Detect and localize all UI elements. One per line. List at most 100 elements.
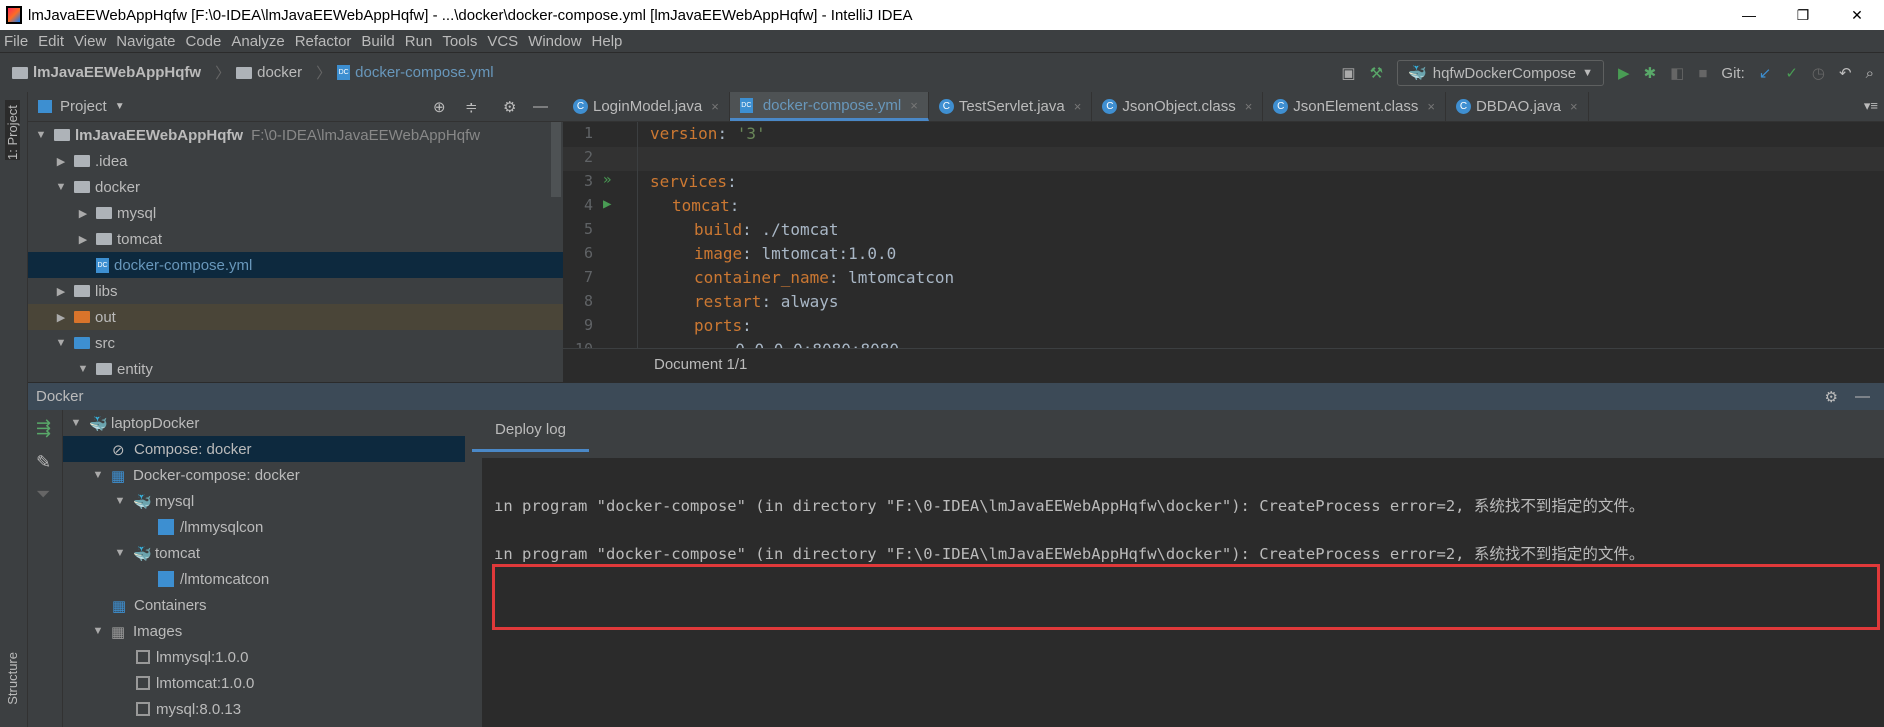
tab-label: TestServlet.java bbox=[958, 98, 1065, 115]
item-label: laptopDocker bbox=[111, 414, 200, 432]
tree-item-image[interactable]: lmmysql:1.0.0 bbox=[63, 644, 465, 670]
menu-vcs[interactable]: VCS bbox=[487, 33, 518, 50]
tree-item-mysql-service[interactable]: ▼ 🐳 mysql bbox=[63, 488, 465, 514]
tree-item-laptop-docker[interactable]: ▼ 🐳 laptopDocker bbox=[63, 410, 465, 436]
deploy-log-output[interactable]: ın program "docker-compose" (in director… bbox=[482, 458, 1884, 727]
breadcrumb-file[interactable]: DC docker-compose.yml bbox=[337, 64, 494, 81]
tree-item-out[interactable]: ▶ out bbox=[28, 304, 563, 330]
close-tab-icon[interactable]: × bbox=[711, 99, 719, 114]
menu-code[interactable]: Code bbox=[185, 33, 221, 50]
tab-login-model[interactable]: C LoginModel.java × bbox=[563, 92, 730, 121]
collapse-all-icon[interactable]: ≑ bbox=[465, 98, 478, 116]
deploy-icon[interactable]: ⇶ bbox=[36, 418, 51, 439]
close-tab-icon[interactable]: × bbox=[1570, 99, 1578, 114]
highlight-box bbox=[492, 564, 1880, 630]
menu-view[interactable]: View bbox=[74, 33, 106, 50]
item-label: mysql bbox=[117, 204, 157, 222]
menu-tools[interactable]: Tools bbox=[442, 33, 477, 50]
tree-item-libs[interactable]: ▶ libs bbox=[28, 278, 563, 304]
minimize-button[interactable]: — bbox=[1722, 0, 1776, 30]
tree-item-entity[interactable]: ▼ entity bbox=[28, 356, 563, 382]
menu-window[interactable]: Window bbox=[528, 33, 581, 50]
tree-item-image[interactable]: lmtomcat:1.0.0 bbox=[63, 670, 465, 696]
menu-navigate[interactable]: Navigate bbox=[116, 33, 175, 50]
tree-item-mysql[interactable]: ▶ mysql bbox=[28, 200, 563, 226]
tab-json-element[interactable]: C JsonElement.class × bbox=[1263, 92, 1446, 121]
git-commit-icon[interactable]: ✓ bbox=[1785, 64, 1798, 82]
class-icon: C bbox=[1273, 99, 1289, 114]
maximize-button[interactable]: ❐ bbox=[1776, 0, 1830, 30]
line-number: 2 bbox=[583, 148, 593, 166]
tree-item-containers[interactable]: ▦ Containers bbox=[63, 592, 465, 618]
tree-item-tomcat-container[interactable]: /lmtomcatcon bbox=[63, 566, 465, 592]
editor-breadcrumb[interactable]: Document 1/1 bbox=[563, 348, 1884, 380]
gear-icon[interactable]: ⚙ bbox=[1825, 388, 1838, 406]
tree-item-docker[interactable]: ▼ docker bbox=[28, 174, 563, 200]
docker-panel-title: Docker bbox=[36, 388, 84, 405]
layout-icon[interactable]: ▣ bbox=[1341, 64, 1355, 82]
breadcrumb-docker[interactable]: docker bbox=[236, 64, 302, 81]
tab-deploy-log[interactable]: Deploy log bbox=[472, 410, 589, 452]
menu-run[interactable]: Run bbox=[405, 33, 433, 50]
edit-icon[interactable]: ✎ bbox=[36, 452, 51, 473]
tree-item-docker-compose[interactable]: ▼ ▦ Docker-compose: docker bbox=[63, 462, 465, 488]
item-label: /lmmysqlcon bbox=[180, 518, 264, 536]
close-button[interactable]: ✕ bbox=[1830, 0, 1884, 30]
tree-item-tomcat-service[interactable]: ▼ 🐳 tomcat bbox=[63, 540, 465, 566]
menu-analyze[interactable]: Analyze bbox=[231, 33, 284, 50]
folder-icon bbox=[74, 155, 90, 167]
yaml-value: always bbox=[780, 292, 839, 311]
hide-icon[interactable]: — bbox=[533, 98, 548, 115]
tab-json-object[interactable]: C JsonObject.class × bbox=[1092, 92, 1264, 121]
stop-icon[interactable]: ■ bbox=[1698, 65, 1707, 82]
yaml-value: '3' bbox=[736, 124, 766, 143]
item-label: /lmtomcatcon bbox=[180, 570, 270, 588]
run-icon[interactable]: ▶ bbox=[1618, 64, 1630, 82]
run-gutter-icon[interactable]: » bbox=[603, 172, 611, 188]
tree-item-tomcat[interactable]: ▶ tomcat bbox=[28, 226, 563, 252]
breadcrumb-project[interactable]: lmJavaEEWebAppHqfw bbox=[12, 64, 201, 81]
run-gutter-icon[interactable]: ▶ bbox=[603, 196, 611, 212]
tree-item-src[interactable]: ▼ src bbox=[28, 330, 563, 356]
tree-item-docker-compose[interactable]: DC docker-compose.yml bbox=[28, 252, 563, 278]
git-update-icon[interactable]: ↙ bbox=[1759, 64, 1772, 82]
close-tab-icon[interactable]: × bbox=[1245, 99, 1253, 114]
tree-item-mysql-container[interactable]: /lmmysqlcon bbox=[63, 514, 465, 540]
locate-icon[interactable]: ⊕ bbox=[433, 98, 446, 116]
search-icon[interactable]: ⌕ bbox=[1866, 65, 1874, 82]
menu-refactor[interactable]: Refactor bbox=[295, 33, 352, 50]
yaml-value: lmtomcatcon bbox=[848, 268, 955, 287]
menu-help[interactable]: Help bbox=[592, 33, 623, 50]
menu-file[interactable]: File bbox=[4, 33, 28, 50]
chevron-down-icon[interactable]: ▼ bbox=[115, 101, 125, 112]
project-tool-button[interactable]: 1: Project bbox=[5, 100, 20, 160]
close-tab-icon[interactable]: × bbox=[910, 98, 918, 113]
revert-icon[interactable]: ↶ bbox=[1839, 64, 1852, 82]
coverage-icon[interactable]: ◧ bbox=[1670, 64, 1684, 82]
tree-item-idea[interactable]: ▶ .idea bbox=[28, 148, 563, 174]
filter-icon[interactable]: ⏷ bbox=[36, 484, 50, 505]
tab-dbdao[interactable]: C DBDAO.java × bbox=[1446, 92, 1589, 121]
menu-build[interactable]: Build bbox=[361, 33, 394, 50]
tab-list-icon[interactable]: ▾≡ bbox=[1864, 98, 1878, 114]
project-view-select[interactable]: Project bbox=[60, 98, 107, 115]
code-editor[interactable]: 1 version: '3' 2 3 services: » 4 tomcat: ▶ 5 bui… bbox=[563, 122, 1884, 380]
run-configuration-select[interactable]: 🐳 hqfwDockerCompose ▼ bbox=[1397, 60, 1605, 86]
tree-item-compose-docker[interactable]: ⊘ Compose: docker bbox=[63, 436, 465, 462]
debug-icon[interactable]: ✱ bbox=[1644, 64, 1657, 82]
close-tab-icon[interactable]: × bbox=[1427, 99, 1435, 114]
close-tab-icon[interactable]: × bbox=[1074, 99, 1082, 114]
tree-item-images[interactable]: ▼ ▦ Images bbox=[63, 618, 465, 644]
tree-item-root[interactable]: ▼ lmJavaEEWebAppHqfw F:\0-IDEA\lmJavaEEWeb… bbox=[28, 122, 563, 148]
tree-item-image[interactable]: mysql:8.0.13 bbox=[63, 696, 465, 722]
menu-edit[interactable]: Edit bbox=[38, 33, 64, 50]
gear-icon[interactable]: ⚙ bbox=[503, 98, 516, 116]
git-history-icon[interactable]: ◷ bbox=[1812, 64, 1825, 82]
line-number: 6 bbox=[583, 244, 593, 262]
structure-tool-button[interactable]: Structure bbox=[5, 652, 20, 705]
tab-test-servlet[interactable]: C TestServlet.java × bbox=[929, 92, 1093, 121]
build-hammer-icon[interactable]: ⚒ bbox=[1370, 64, 1383, 82]
scrollbar[interactable] bbox=[551, 122, 561, 197]
tab-docker-compose[interactable]: DC docker-compose.yml × bbox=[729, 92, 929, 121]
hide-icon[interactable]: — bbox=[1855, 388, 1870, 405]
